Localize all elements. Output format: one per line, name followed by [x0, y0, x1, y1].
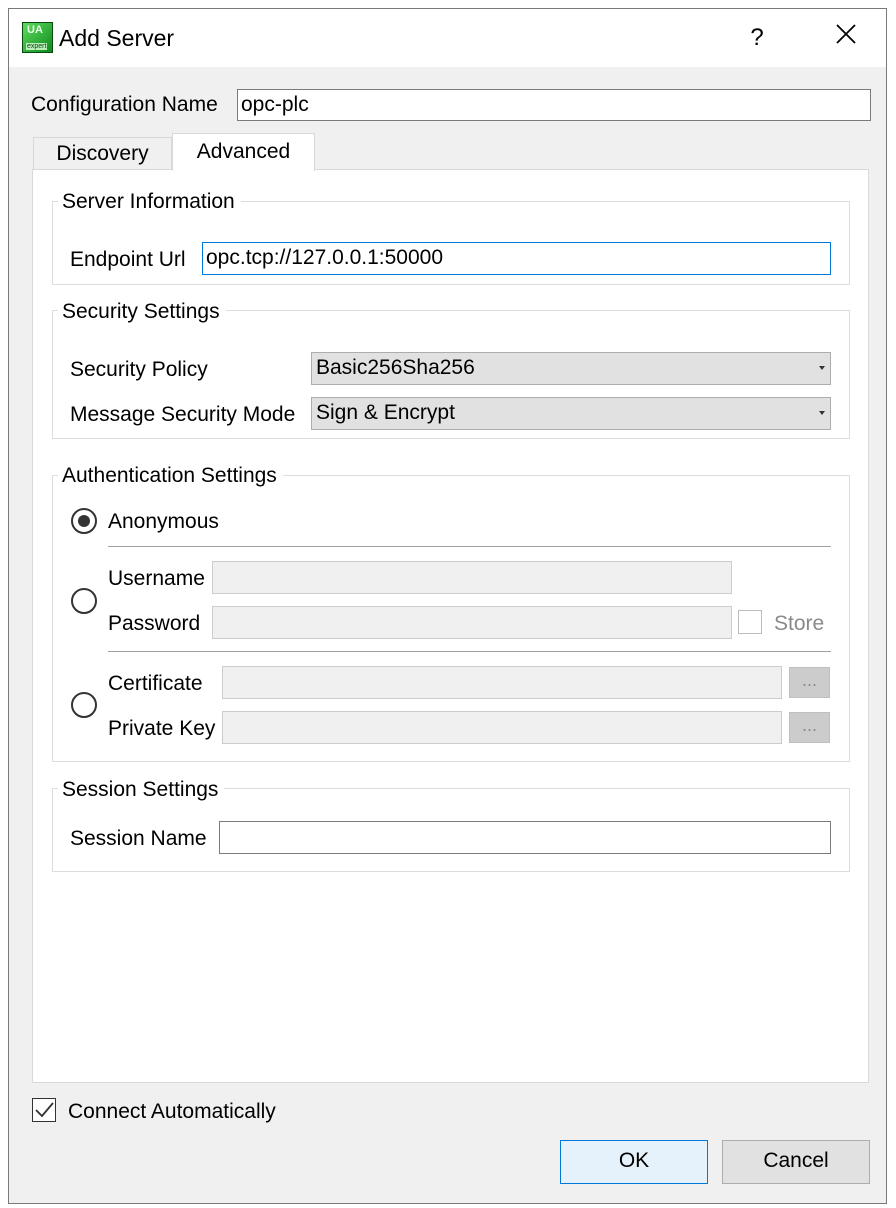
- advanced-tab-panel: Server Information Endpoint Url opc.tcp:…: [32, 169, 869, 1083]
- tab-discovery[interactable]: Discovery: [33, 137, 172, 169]
- endpoint-url-input[interactable]: opc.tcp://127.0.0.1:50000: [202, 242, 831, 275]
- server-information-title: Server Information: [58, 190, 241, 214]
- message-security-mode-select[interactable]: Sign & Encrypt: [311, 397, 831, 430]
- session-name-label: Session Name: [70, 827, 207, 850]
- radio-selected-dot: [78, 515, 90, 527]
- tab-advanced[interactable]: Advanced: [172, 133, 315, 171]
- help-button[interactable]: ?: [737, 23, 777, 53]
- ok-button[interactable]: OK: [560, 1140, 708, 1184]
- auth-separator: [108, 651, 831, 652]
- security-settings-title: Security Settings: [58, 300, 226, 324]
- title-bar: UA expert Add Server ?: [9, 9, 886, 67]
- username-password-radio[interactable]: [71, 588, 97, 614]
- password-label: Password: [108, 612, 201, 635]
- security-policy-select[interactable]: Basic256Sha256: [311, 352, 831, 385]
- security-policy-label: Security Policy: [70, 358, 208, 381]
- session-settings-title: Session Settings: [58, 778, 225, 802]
- security-policy-value: Basic256Sha256: [316, 356, 475, 379]
- connect-automatically-label: Connect Automatically: [68, 1100, 276, 1123]
- store-label: Store: [774, 612, 825, 635]
- connect-automatically-checkbox[interactable]: [32, 1098, 56, 1122]
- close-icon: [836, 24, 856, 44]
- message-security-mode-value: Sign & Encrypt: [316, 401, 455, 424]
- configuration-name-label: Configuration Name: [31, 93, 218, 116]
- anonymous-radio[interactable]: [71, 508, 97, 534]
- certificate-input[interactable]: [222, 666, 782, 699]
- checkmark-icon: [35, 1102, 54, 1118]
- certificate-browse-button[interactable]: ...: [789, 667, 830, 698]
- store-checkbox[interactable]: [738, 610, 762, 634]
- password-input[interactable]: [212, 606, 732, 639]
- dropdown-arrow-icon: [819, 411, 825, 415]
- username-label: Username: [108, 567, 205, 590]
- private-key-input[interactable]: [222, 711, 782, 744]
- app-icon: UA expert: [22, 22, 53, 53]
- auth-separator: [108, 546, 831, 547]
- dropdown-arrow-icon: [819, 366, 825, 370]
- anonymous-label: Anonymous: [108, 510, 219, 533]
- certificate-radio[interactable]: [71, 692, 97, 718]
- certificate-label: Certificate: [108, 672, 203, 695]
- endpoint-url-label: Endpoint Url: [70, 248, 186, 271]
- session-name-input[interactable]: [219, 821, 831, 854]
- add-server-dialog: UA expert Add Server ? Configuration Name…: [8, 8, 887, 1204]
- message-security-mode-label: Message Security Mode: [70, 403, 296, 426]
- cancel-button[interactable]: Cancel: [722, 1140, 870, 1184]
- close-button[interactable]: [824, 23, 868, 53]
- authentication-settings-title: Authentication Settings: [58, 464, 283, 488]
- private-key-browse-button[interactable]: ...: [789, 712, 830, 743]
- configuration-name-input[interactable]: opc-plc: [237, 89, 871, 121]
- username-input[interactable]: [212, 561, 732, 594]
- window-title: Add Server: [59, 25, 175, 51]
- private-key-label: Private Key: [108, 717, 216, 740]
